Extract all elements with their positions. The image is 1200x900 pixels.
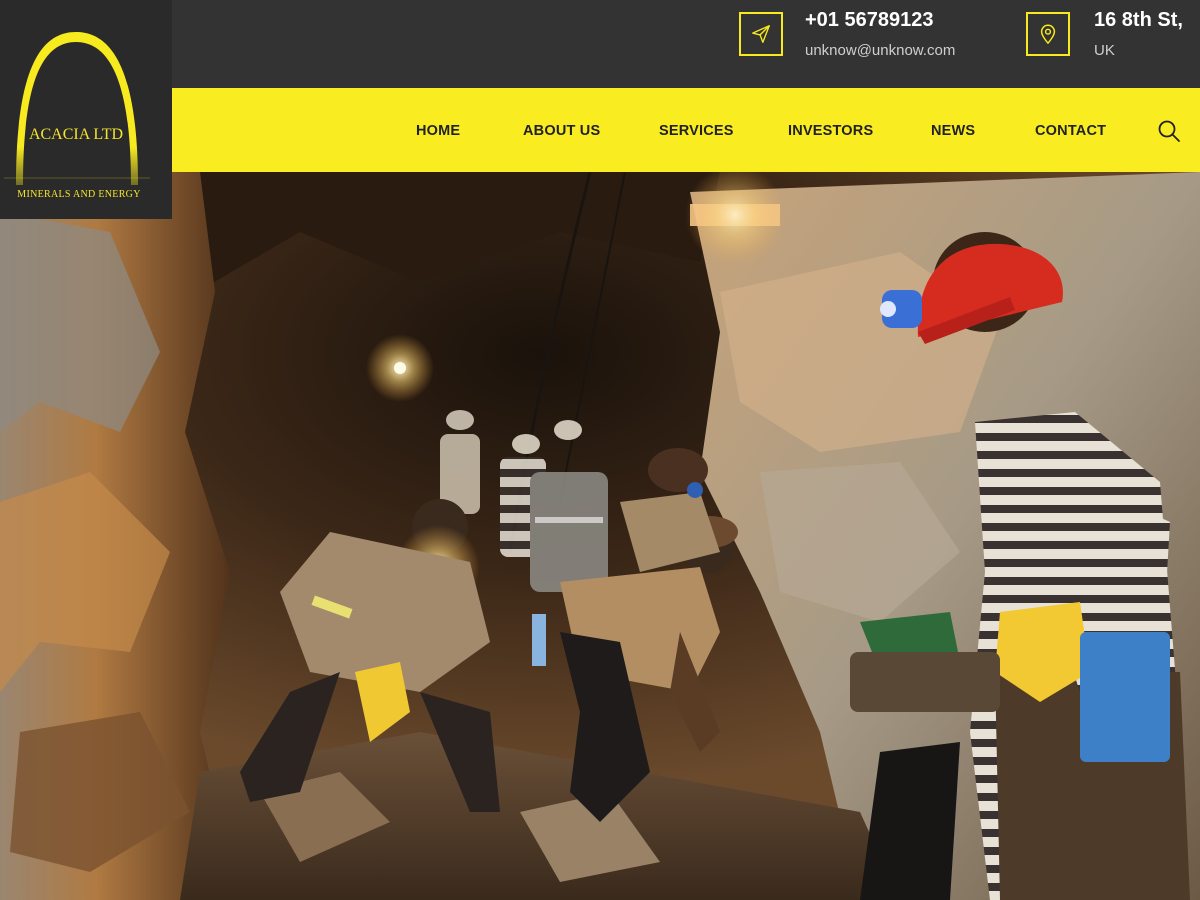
page: +01 56789123 unknow@unknow.com 16 8th St… [0,0,1200,900]
brand-logo[interactable]: ACACIA LTD MINERALS AND ENERGY [0,0,172,219]
brand-name: ACACIA LTD [28,126,124,143]
map-pin-icon [1026,12,1070,56]
nav-services[interactable]: SERVICES [659,88,734,172]
nav-home[interactable]: HOME [416,88,460,172]
brand-tagline: MINERALS AND ENERGY [17,189,141,200]
address-contact: 16 8th St, UK [1026,9,1183,59]
mine-workers-illustration [0,172,1200,900]
address-line-2: UK [1094,42,1115,59]
nav-about-us[interactable]: ABOUT US [523,88,600,172]
phone-contact: +01 56789123 unknow@unknow.com [739,10,955,59]
search-icon [1158,120,1180,142]
paper-plane-icon [739,12,783,56]
email-address[interactable]: unknow@unknow.com [805,42,955,59]
search-button[interactable] [1156,118,1182,144]
nav-news[interactable]: NEWS [931,88,975,172]
address-line-1: 16 8th St, [1094,9,1183,31]
top-contact-bar: +01 56789123 unknow@unknow.com 16 8th St… [0,0,1200,88]
hero-image [0,172,1200,900]
arch-logo-icon [4,32,150,185]
nav-investors[interactable]: INVESTORS [788,88,873,172]
phone-number[interactable]: +01 56789123 [805,10,955,30]
main-navigation: HOME ABOUT US SERVICES INVESTORS NEWS CO… [172,88,1200,172]
nav-contact[interactable]: CONTACT [1035,88,1106,172]
